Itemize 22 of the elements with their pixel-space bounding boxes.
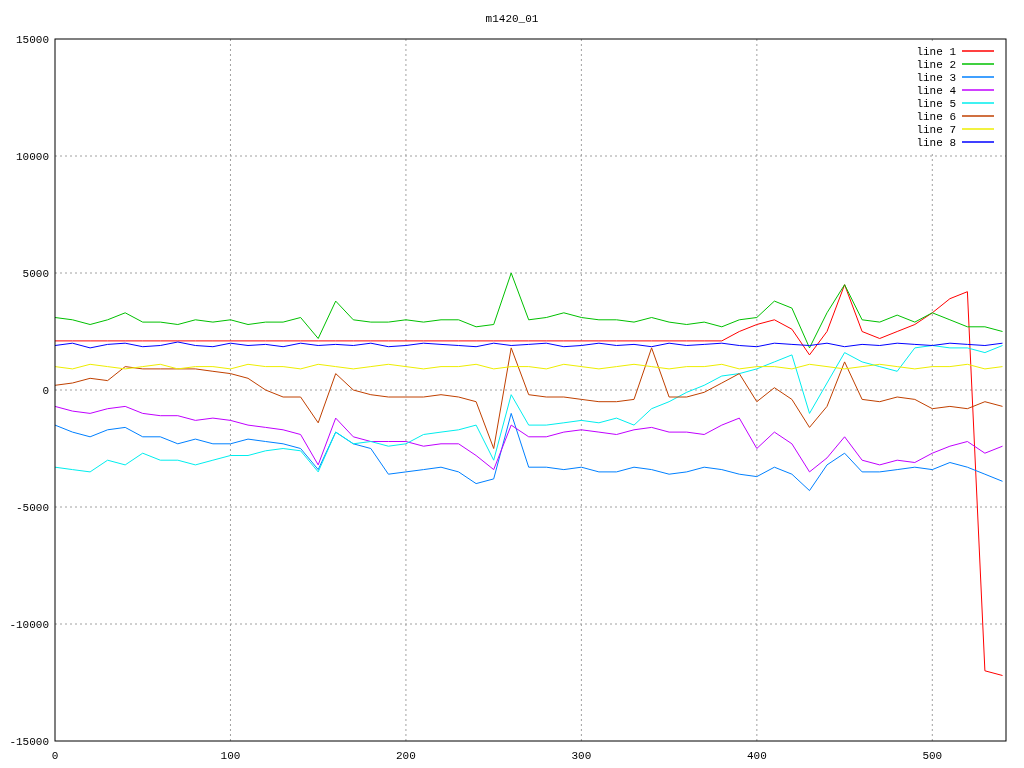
axis-tick-label: 0	[42, 385, 49, 397]
legend-label: line 8	[916, 137, 956, 149]
axis-tick-label: 300	[571, 750, 592, 762]
legend-label: line 4	[916, 85, 956, 97]
legend-label: line 5	[916, 98, 956, 110]
chart-title: m1420_01	[485, 13, 539, 25]
legend-label: line 3	[916, 72, 956, 84]
axis-tick-label: -5000	[16, 502, 49, 514]
axis-tick-label: 0	[51, 750, 59, 762]
axis-tick-label: -10000	[9, 619, 49, 631]
axis-tick-label: 100	[220, 750, 241, 762]
axis-tick-label: 500	[922, 750, 943, 762]
axis-tick-label: 10000	[16, 151, 49, 163]
axis-tick-label: 400	[746, 750, 767, 762]
legend-label: line 1	[916, 46, 956, 58]
axis-tick-label: -15000	[9, 736, 49, 748]
legend-label: line 6	[916, 111, 956, 123]
axis-tick-label: 5000	[22, 268, 49, 280]
axis-tick-label: 200	[396, 750, 416, 762]
legend-label: line 2	[916, 59, 956, 71]
legend-label: line 7	[916, 124, 956, 136]
axis-tick-label: 15000	[16, 34, 49, 46]
